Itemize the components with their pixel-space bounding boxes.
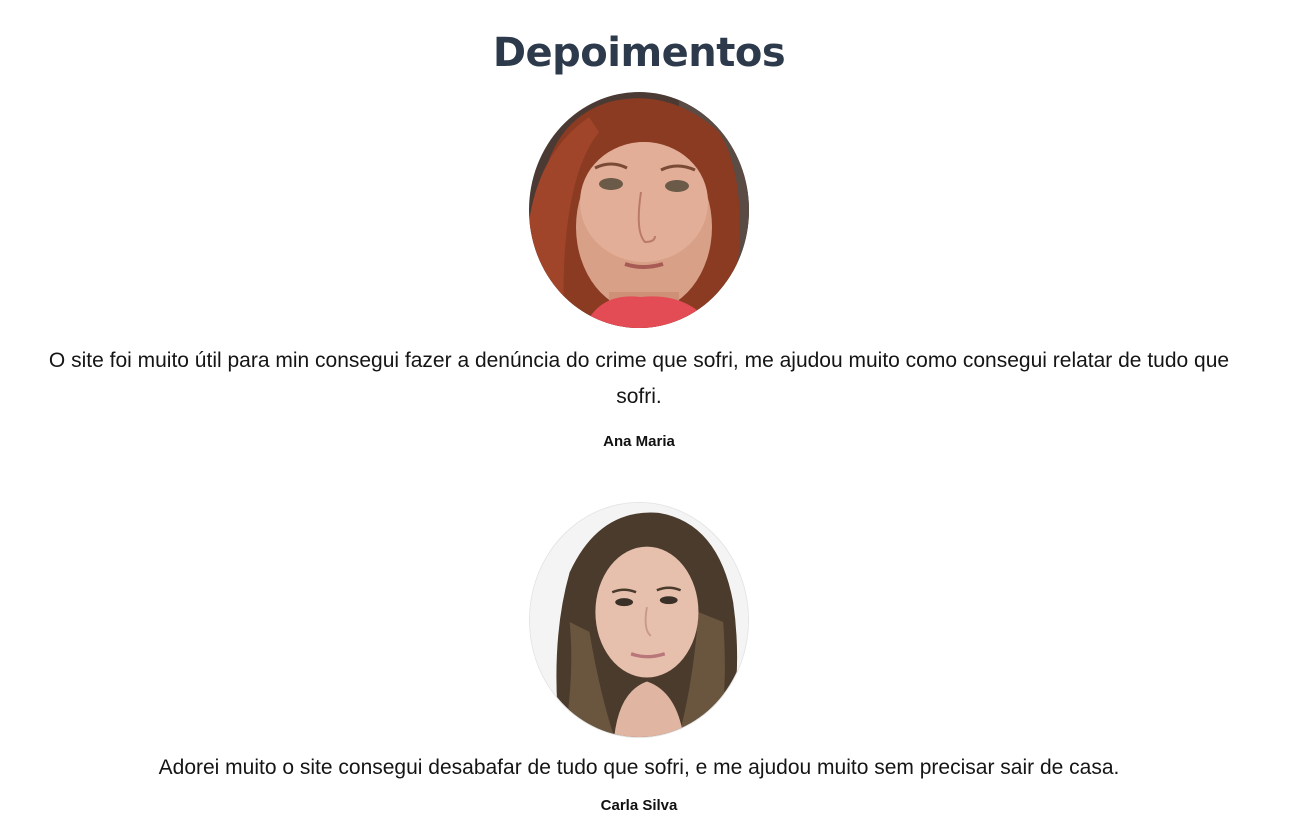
testimonial-photo-ana-maria bbox=[529, 92, 749, 328]
testimonial-quote: O site foi muito útil para min consegui … bbox=[48, 349, 1230, 408]
testimonials-section: Depoimentos O site foi muito útil para m… bbox=[0, 0, 1296, 829]
section-title: Depoimentos bbox=[492, 30, 786, 76]
testimonial-quote: Adorei muito o site consegui desabafar d… bbox=[158, 756, 1120, 779]
testimonial-photo-carla-silva bbox=[529, 502, 749, 738]
testimonial-author: Ana Maria bbox=[603, 433, 675, 450]
testimonial-author: Carla Silva bbox=[600, 797, 678, 814]
